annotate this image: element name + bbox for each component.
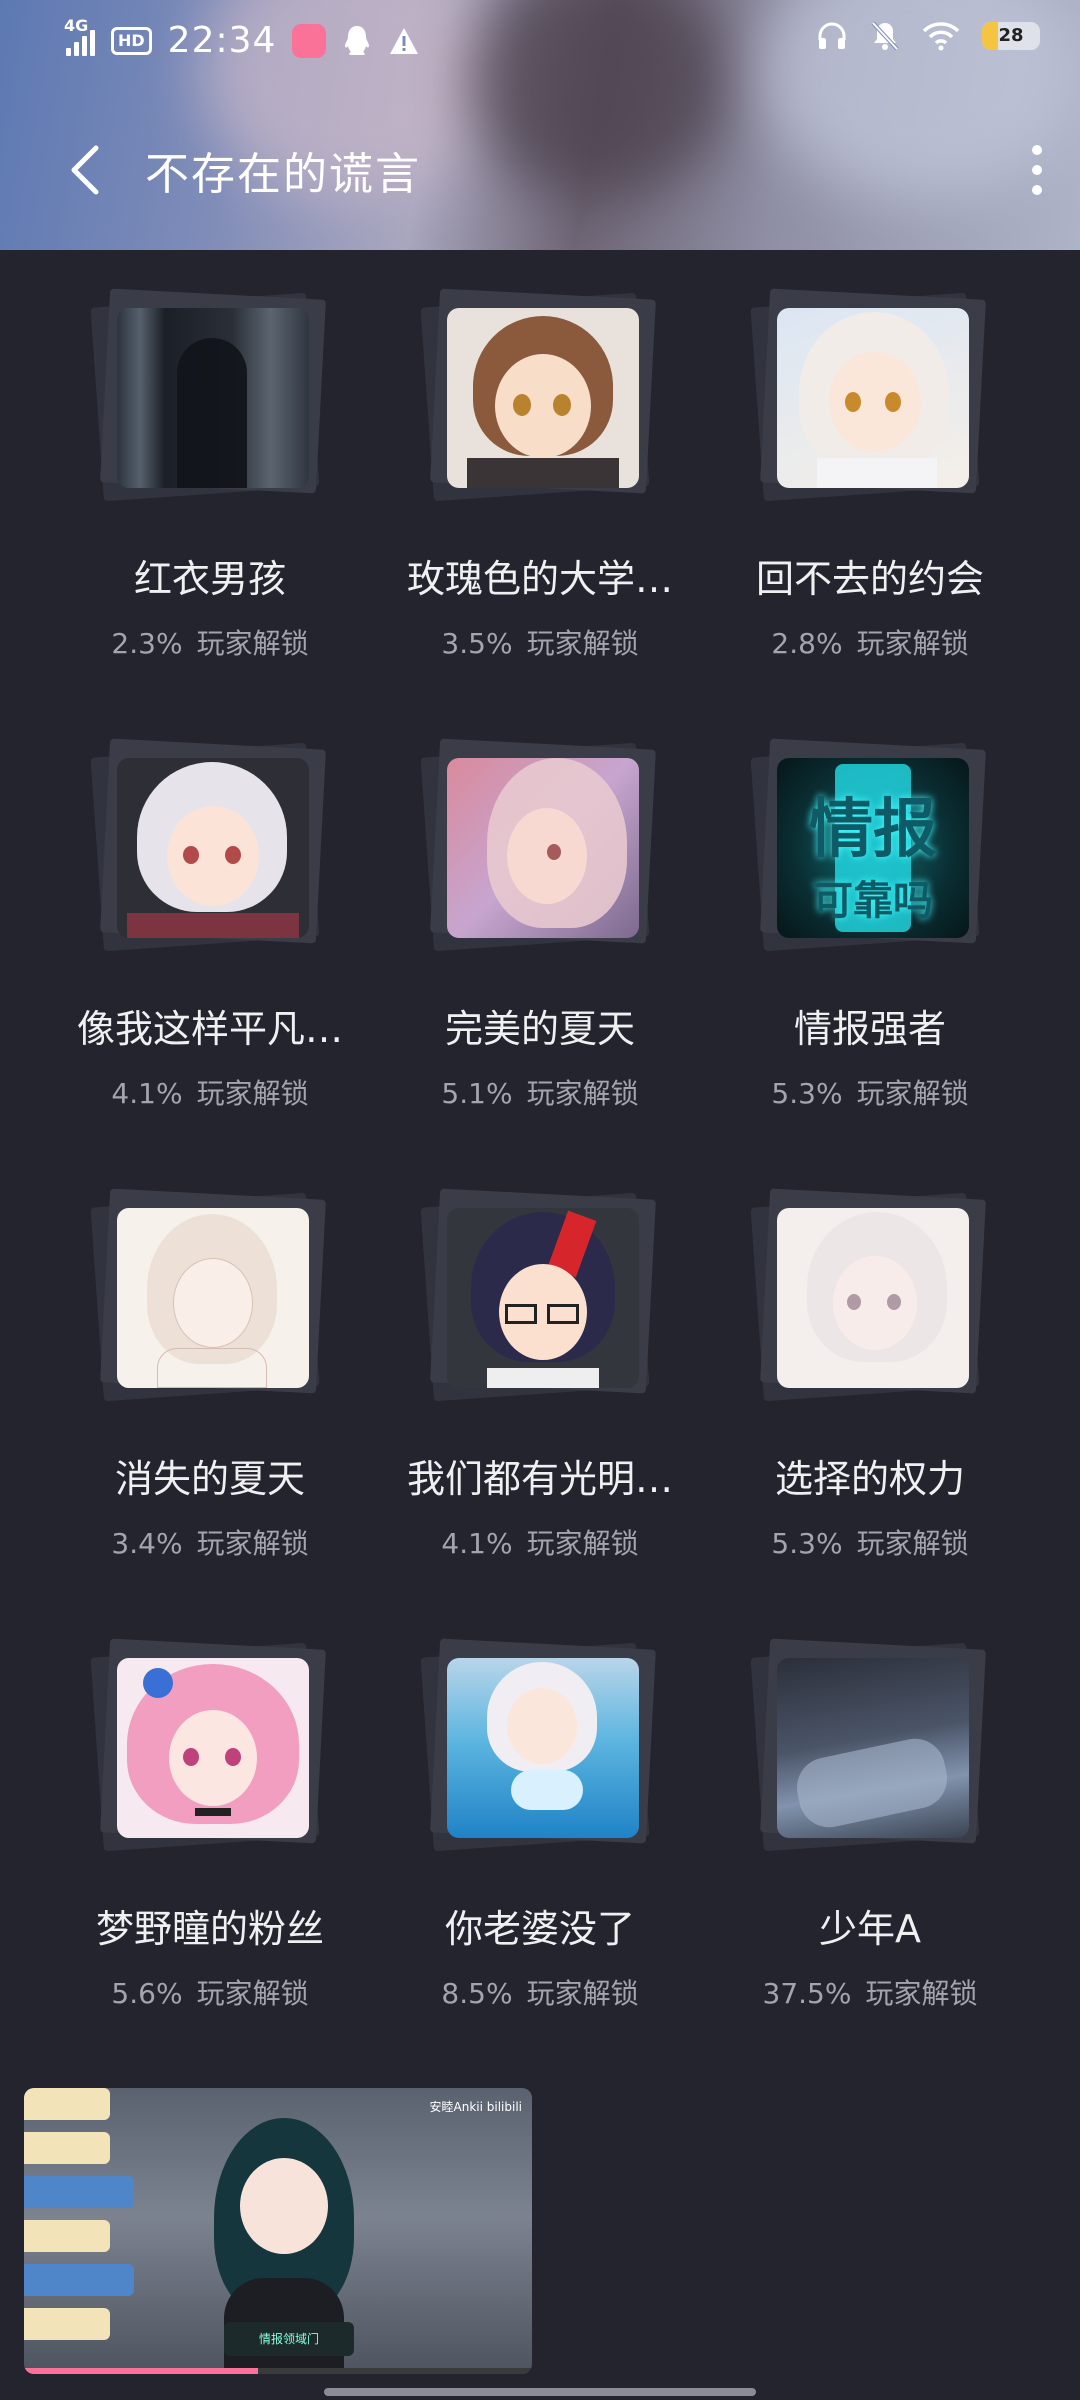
bilibili-app-icon	[292, 23, 327, 58]
achievement-item[interactable]: 红衣男孩 2.3% 玩家解锁	[45, 288, 375, 740]
achievement-image	[447, 1208, 639, 1388]
achievement-item[interactable]: 玫瑰色的大学… 3.5% 玩家解锁	[375, 288, 705, 740]
achievement-item[interactable]: 你老婆没了 8.5% 玩家解锁	[375, 1638, 705, 2090]
achievement-name: 像我这样平凡…	[76, 1007, 343, 1051]
achievement-stat: 3.4% 玩家解锁	[111, 1527, 309, 1560]
achievement-image	[447, 1658, 639, 1838]
achievement-image: 情报 可靠吗	[777, 758, 969, 938]
back-arrow-icon[interactable]	[62, 142, 112, 198]
headphones-icon	[818, 22, 846, 49]
warning-icon	[390, 27, 419, 54]
achievement-item[interactable]: 像我这样平凡… 4.1% 玩家解锁	[45, 738, 375, 1190]
more-options-icon[interactable]	[1024, 142, 1050, 198]
achievement-stat: 4.1% 玩家解锁	[441, 1527, 639, 1560]
header: 4G HD 22:34 28 不存在的谎言	[0, 0, 1080, 250]
hd-badge: HD	[111, 26, 152, 55]
achievement-item[interactable]: 情报 可靠吗 情报强者 5.3% 玩家解锁	[705, 738, 1035, 1190]
achievement-image	[777, 308, 969, 488]
qq-icon	[345, 25, 370, 55]
status-time: 22:34	[167, 20, 277, 61]
achievement-name: 你老婆没了	[444, 1907, 635, 1951]
achievement-name: 完美的夏天	[444, 1007, 635, 1051]
achievement-image	[117, 308, 309, 488]
achievement-name: 少年A	[819, 1907, 921, 1951]
achievement-image	[447, 758, 639, 938]
achievement-stat: 5.3% 玩家解锁	[771, 1527, 969, 1560]
achievement-stat: 5.3% 玩家解锁	[771, 1077, 969, 1110]
signal-icon: 4G	[64, 16, 95, 56]
achievement-name: 玫瑰色的大学…	[406, 557, 673, 601]
achievement-name: 回不去的约会	[755, 557, 984, 601]
battery-indicator: 28	[982, 22, 1040, 50]
achievement-name: 我们都有光明…	[406, 1457, 673, 1501]
achievement-image	[117, 1208, 309, 1388]
achievement-stat: 5.1% 玩家解锁	[441, 1077, 639, 1110]
achievement-stat: 2.8% 玩家解锁	[771, 627, 969, 660]
achievement-stat: 8.5% 玩家解锁	[441, 1977, 639, 2010]
danmaku-chat-panel	[24, 2088, 134, 2374]
achievement-item[interactable]: 我们都有光明… 4.1% 玩家解锁	[375, 1188, 705, 1640]
achievement-image	[777, 1208, 969, 1388]
floating-video-player[interactable]: 安睦Ankii bilibili 情报领域门	[24, 2088, 532, 2374]
achievement-stat: 37.5% 玩家解锁	[762, 1977, 978, 2010]
video-caption: 情报领域门	[224, 2322, 354, 2356]
achievement-name: 情报强者	[793, 1007, 946, 1051]
achievement-item[interactable]: 选择的权力 5.3% 玩家解锁	[705, 1188, 1035, 1640]
home-indicator[interactable]	[324, 2388, 756, 2396]
page-title: 不存在的谎言	[145, 149, 421, 200]
achievement-image	[117, 1658, 309, 1838]
achievement-stat: 2.3% 玩家解锁	[111, 627, 309, 660]
video-watermark: 安睦Ankii bilibili	[429, 2100, 523, 2114]
mute-bell-icon	[871, 21, 899, 51]
achievement-item[interactable]: 完美的夏天 5.1% 玩家解锁	[375, 738, 705, 1190]
achievement-name: 选择的权力	[774, 1457, 965, 1501]
achievement-image	[447, 308, 639, 488]
achievement-name: 红衣男孩	[133, 557, 286, 601]
achievement-name: 梦野瞳的粉丝	[95, 1907, 324, 1951]
achievement-image	[117, 758, 309, 938]
achievement-stat: 5.6% 玩家解锁	[111, 1977, 309, 2010]
nav-bar: 不存在的谎言	[0, 130, 1080, 210]
achievement-item[interactable]: 消失的夏天 3.4% 玩家解锁	[45, 1188, 375, 1640]
achievement-item[interactable]: 少年A 37.5% 玩家解锁	[705, 1638, 1035, 2090]
achievement-name: 消失的夏天	[114, 1457, 305, 1501]
network-type-label: 4G	[64, 15, 89, 35]
info-card-title: 情报	[809, 793, 937, 867]
achievement-image	[777, 1658, 969, 1838]
achievement-item[interactable]: 回不去的约会 2.8% 玩家解锁	[705, 288, 1035, 740]
battery-level: 28	[998, 25, 1024, 46]
achievement-item[interactable]: 梦野瞳的粉丝 5.6% 玩家解锁	[45, 1638, 375, 2090]
info-card-subtitle: 可靠吗	[813, 878, 933, 924]
wifi-icon	[922, 22, 960, 51]
status-bar: 4G HD 22:34 28	[0, 16, 1080, 64]
achievement-stat: 3.5% 玩家解锁	[441, 627, 639, 660]
achievement-stat: 4.1% 玩家解锁	[111, 1077, 309, 1110]
video-progress-bar[interactable]	[24, 2368, 532, 2374]
